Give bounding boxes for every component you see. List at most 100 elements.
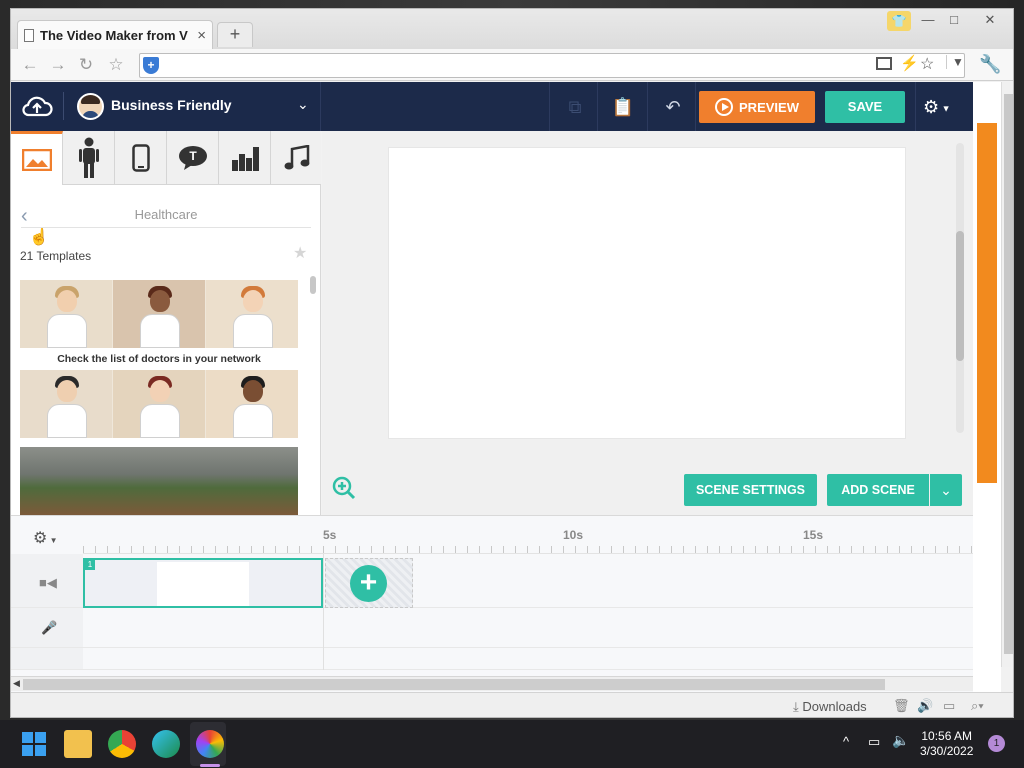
avatar: [77, 93, 104, 120]
preview-label: PREVIEW: [739, 99, 799, 115]
paste-icon[interactable]: 📋: [611, 95, 635, 119]
reload-icon[interactable]: ↻: [75, 55, 97, 77]
image-icon: [21, 148, 52, 171]
chrome-icon[interactable]: [108, 730, 136, 758]
category-tabs: T: [11, 131, 321, 185]
edge-icon[interactable]: [152, 730, 180, 758]
file-explorer-icon[interactable]: [64, 730, 92, 758]
timeline-gear-icon[interactable]: ⚙ ▼: [33, 528, 57, 548]
tab-title: The Video Maker from V: [40, 27, 188, 43]
address-bar[interactable]: + ⚡ ☆ ▼: [139, 53, 965, 78]
tab-props[interactable]: [115, 131, 167, 185]
wrench-icon[interactable]: 🔧: [979, 54, 1001, 75]
bookmark-star-icon[interactable]: ☆: [105, 55, 127, 77]
stage-area: SCENE SETTINGS ADD SCENE ⌄: [322, 131, 973, 515]
active-indicator: [200, 764, 220, 767]
save-button[interactable]: SAVE: [825, 91, 905, 123]
upload-cloud-icon[interactable]: [21, 93, 53, 119]
windows-start-icon[interactable]: [20, 730, 48, 758]
favorite-star-icon[interactable]: ★: [293, 243, 307, 263]
scene-clip[interactable]: 1: [83, 558, 323, 608]
doctor-figure: [113, 370, 205, 438]
profile-icon[interactable]: 👕: [887, 11, 911, 31]
tick-label: 5s: [323, 528, 337, 542]
doctor-figure: [20, 280, 112, 348]
downloads-button[interactable]: ⤓ Downloads: [793, 699, 867, 715]
browser-tab[interactable]: The Video Maker from V ×: [17, 20, 213, 49]
speaker-icon[interactable]: 🔊: [917, 698, 933, 714]
volume-icon[interactable]: 🔈: [892, 732, 909, 749]
header-separator: [549, 82, 550, 131]
trash-icon[interactable]: 🗑: [893, 698, 910, 714]
chevron-down-icon[interactable]: ⌄: [930, 474, 962, 506]
chevron-up-icon[interactable]: ^: [843, 734, 849, 749]
audio-track: [11, 608, 973, 648]
template-count: 21 Templates: [20, 249, 92, 263]
display-icon[interactable]: ▭: [943, 698, 955, 714]
scene-canvas[interactable]: [388, 147, 906, 439]
scene-settings-button[interactable]: SCENE SETTINGS: [684, 474, 817, 506]
tick-label: 15s: [803, 528, 824, 542]
stage-scrollbar[interactable]: [956, 231, 964, 361]
star-icon[interactable]: ☆: [920, 54, 934, 74]
divider: [21, 227, 311, 228]
forward-icon[interactable]: →: [47, 55, 69, 77]
minimize-button[interactable]: —: [915, 11, 941, 29]
new-tab-button[interactable]: +: [217, 22, 253, 47]
tab-backgrounds[interactable]: [11, 131, 63, 185]
preview-button[interactable]: PREVIEW: [699, 91, 815, 123]
header-separator: [597, 82, 598, 131]
tab-text[interactable]: T: [167, 131, 219, 185]
close-window-button[interactable]: ✕: [977, 11, 1003, 29]
scene-number: 1: [85, 560, 95, 570]
back-icon[interactable]: ←: [19, 55, 41, 77]
tab-characters[interactable]: [63, 131, 115, 185]
undo-icon[interactable]: ↶: [661, 95, 685, 119]
notification-badge[interactable]: 1: [988, 735, 1005, 752]
horizontal-scrollbar[interactable]: ◀ ▶: [11, 676, 1001, 691]
tab-music[interactable]: [271, 131, 323, 185]
scroll-left-icon[interactable]: ◀: [13, 678, 20, 689]
settings-gear-icon[interactable]: ⚙ ▼: [923, 95, 957, 119]
tab-charts[interactable]: [219, 131, 271, 185]
tab-close-icon[interactable]: ×: [197, 27, 206, 44]
panel-scrollbar[interactable]: [310, 276, 316, 294]
page-icon: [24, 28, 34, 42]
plus-icon[interactable]: +: [350, 565, 387, 602]
timeline-divider: [323, 554, 324, 670]
browser-scrollbar[interactable]: [1001, 82, 1013, 667]
device-icon: [131, 144, 150, 172]
extra-track: [11, 648, 973, 670]
chevron-down-icon[interactable]: ⌄: [297, 96, 309, 113]
add-scene-button[interactable]: ADD SCENE: [827, 474, 929, 506]
network-icon[interactable]: ▭: [868, 734, 880, 750]
system-clock[interactable]: 10:56 AM 3/30/2022: [920, 729, 973, 759]
template-thumbnail[interactable]: [20, 447, 298, 515]
lightning-icon[interactable]: ⚡: [900, 54, 919, 72]
cast-icon[interactable]: [876, 57, 892, 70]
workspace-selector[interactable]: Business Friendly ⌄: [11, 82, 321, 131]
copy-icon[interactable]: ⧉: [563, 95, 587, 119]
doctor-figure: [20, 370, 112, 438]
add-scene-slot[interactable]: +: [325, 558, 413, 608]
chart-icon: [231, 147, 259, 171]
chromium-icon[interactable]: [196, 730, 224, 758]
downloads-label: Downloads: [802, 699, 867, 714]
template-thumbnail[interactable]: Check the list of doctors in your networ…: [20, 280, 298, 438]
template-caption: Check the list of doctors in your networ…: [20, 348, 298, 370]
header-separator: [695, 82, 696, 131]
dropdown-icon[interactable]: ▼: [946, 55, 964, 69]
zoom-icon[interactable]: ⌕▾: [971, 698, 984, 714]
timeline-ruler[interactable]: 5s 10s 15s: [83, 516, 973, 554]
maximize-button[interactable]: □: [941, 11, 967, 29]
scene-thumbnail: [157, 562, 249, 606]
shield-icon: +: [143, 57, 159, 74]
panel-title: Healthcare: [134, 207, 198, 222]
video-maker-app: Business Friendly ⌄ ⧉ 📋 ↶ PREVIEW SAVE ⚙…: [11, 82, 1001, 692]
svg-text:T: T: [189, 149, 197, 163]
clock-time: 10:56 AM: [921, 729, 973, 743]
zoom-in-icon[interactable]: [332, 476, 356, 500]
scrollbar-thumb[interactable]: [23, 679, 885, 690]
scrollbar-thumb[interactable]: [1004, 94, 1013, 654]
doctor-figure: [206, 370, 298, 438]
